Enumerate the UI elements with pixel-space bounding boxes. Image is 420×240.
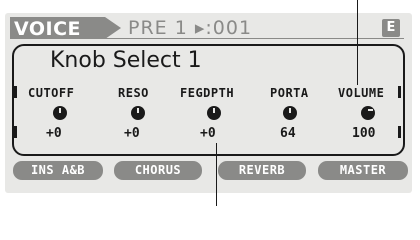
param-row-bracket-left xyxy=(14,86,17,98)
param-label-reso: RESO xyxy=(118,86,149,100)
param-value-reso: +0 xyxy=(124,126,140,141)
ins-ab-button[interactable]: INS A&B xyxy=(13,161,103,180)
mode-label: VOICE xyxy=(14,18,82,40)
param-row-bracket-right xyxy=(398,86,401,98)
edit-indicator-icon: E xyxy=(382,19,400,37)
param-value-cutoff: +0 xyxy=(46,126,62,141)
param-label-cutoff: CUTOFF xyxy=(28,86,75,100)
param-label-porta: PORTA xyxy=(270,86,309,100)
knob-icon xyxy=(131,106,145,120)
value-row-bracket-left xyxy=(14,126,17,138)
callout-line-bottom xyxy=(216,143,217,206)
param-label-volume: VOLUME xyxy=(338,86,385,100)
knob-icon xyxy=(207,106,221,120)
param-value-porta: 64 xyxy=(280,126,296,141)
param-value-volume: 100 xyxy=(352,126,376,141)
knob-icon xyxy=(283,106,297,120)
knob-icon xyxy=(53,106,67,120)
value-row-bracket-right xyxy=(398,126,401,138)
panel-title: Knob Select 1 xyxy=(50,48,202,73)
knob-icon xyxy=(361,106,375,120)
param-value-fegdpth: +0 xyxy=(200,126,216,141)
reverb-button[interactable]: REVERB xyxy=(218,161,306,180)
chorus-button[interactable]: CHORUS xyxy=(114,161,202,180)
callout-line-top xyxy=(357,0,358,85)
master-button[interactable]: MASTER xyxy=(318,161,408,180)
program-number: PRE 1 ▸:001 xyxy=(128,17,253,39)
param-label-fegdpth: FEGDPTH xyxy=(180,86,235,100)
